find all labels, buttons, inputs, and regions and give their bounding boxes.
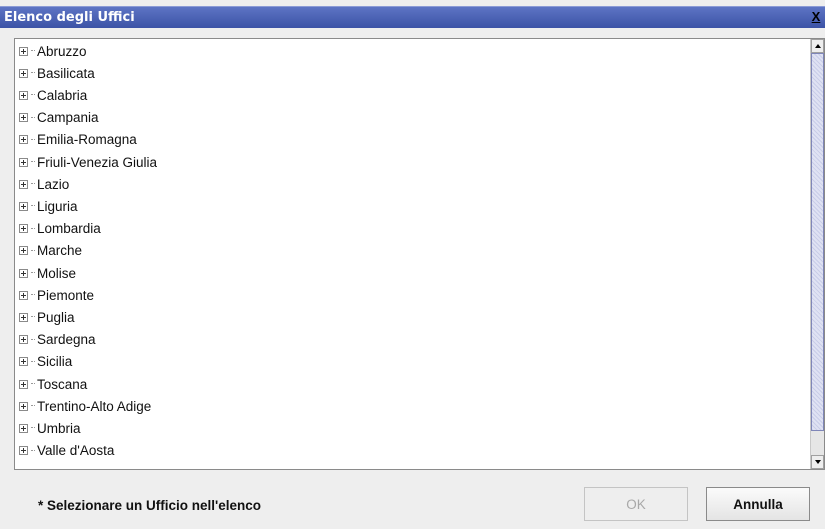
tree-node[interactable]: Emilia-Romagna <box>19 129 137 151</box>
tree-node-label: Friuli-Venezia Giulia <box>37 154 158 170</box>
tree-connector <box>31 249 35 252</box>
tree-node[interactable]: Molise <box>19 262 76 284</box>
tree-node[interactable]: Toscana <box>19 373 87 395</box>
tree-connector <box>31 405 35 407</box>
scroll-down-button[interactable] <box>811 455 824 469</box>
tree-connector <box>31 383 35 385</box>
tree-node-label: Piemonte <box>37 287 95 303</box>
vertical-scrollbar[interactable] <box>810 39 824 469</box>
expand-plus-icon[interactable] <box>19 46 28 56</box>
tree-node[interactable]: Puglia <box>19 306 75 328</box>
tree-node[interactable]: Calabria <box>19 84 87 106</box>
expand-plus-icon[interactable] <box>19 335 28 345</box>
expand-plus-icon[interactable] <box>19 246 28 256</box>
title-bar[interactable]: Elenco degli Uffici X <box>0 6 825 28</box>
tree-node-label: Valle d'Aosta <box>37 443 115 459</box>
expand-plus-icon[interactable] <box>19 179 28 189</box>
window-title: Elenco degli Uffici <box>4 10 135 25</box>
tree-node-label: Abruzzo <box>37 43 87 59</box>
tree-node-label: Lombardia <box>37 221 101 237</box>
expand-plus-icon[interactable] <box>19 312 28 322</box>
tree-node-label: Umbria <box>37 420 81 436</box>
expand-plus-icon[interactable] <box>19 157 28 167</box>
tree-node[interactable]: Marche <box>19 240 82 262</box>
tree-connector <box>31 183 35 185</box>
tree-connector <box>31 449 35 452</box>
tree-connector <box>31 161 35 163</box>
arrow-down-icon <box>815 460 821 464</box>
close-button[interactable]: X <box>809 10 823 24</box>
tree-node[interactable]: Campania <box>19 107 99 129</box>
tree-connector <box>31 94 35 96</box>
cancel-button[interactable]: Annulla <box>706 487 810 521</box>
expand-plus-icon[interactable] <box>19 90 28 100</box>
tree-connector <box>31 360 35 363</box>
tree-node-label: Molise <box>37 265 77 281</box>
tree-node[interactable]: Abruzzo <box>19 40 87 62</box>
tree-connector <box>31 116 35 119</box>
tree-connector <box>31 427 35 429</box>
tree-node-label: Basilicata <box>37 65 95 81</box>
tree-connector <box>31 294 35 296</box>
tree-connector <box>31 50 35 52</box>
tree-node[interactable]: Umbria <box>19 417 81 439</box>
dialog-window: Elenco degli Uffici X Abruzzo Basilicata C… <box>0 0 825 529</box>
tree-node-label: Sardegna <box>37 332 96 348</box>
expand-plus-icon[interactable] <box>19 268 28 278</box>
tree-node-label: Puglia <box>37 309 75 325</box>
expand-plus-icon[interactable] <box>19 423 28 433</box>
tree-connector <box>31 227 35 230</box>
tree-node-label: Trentino-Alto Adige <box>37 398 152 414</box>
tree-node-label: Sicilia <box>37 354 73 370</box>
arrow-up-icon <box>815 44 821 48</box>
tree-node[interactable]: Liguria <box>19 195 78 217</box>
tree-connector <box>31 72 35 74</box>
tree-node[interactable]: Sicilia <box>19 351 72 373</box>
tree-node-label: Marche <box>37 243 83 259</box>
tree-node[interactable]: Lazio <box>19 173 69 195</box>
tree-connector <box>31 272 35 274</box>
expand-plus-icon[interactable] <box>19 379 28 389</box>
expand-plus-icon[interactable] <box>19 201 28 211</box>
tree-node-label: Toscana <box>37 376 88 392</box>
tree-node-label: Campania <box>37 110 99 126</box>
instruction-text: * Selezionare un Ufficio nell'elenco <box>38 498 262 513</box>
ok-button[interactable]: OK <box>584 487 688 521</box>
tree-node[interactable]: Valle d'Aosta <box>19 440 114 462</box>
tree-node[interactable]: Lombardia <box>19 218 101 240</box>
expand-plus-icon[interactable] <box>19 290 28 300</box>
tree-node-label: Emilia-Romagna <box>37 132 137 148</box>
expand-plus-icon[interactable] <box>19 224 28 234</box>
tree-node[interactable]: Piemonte <box>19 284 94 306</box>
tree-connector <box>31 138 35 141</box>
tree-connector <box>31 338 35 341</box>
scroll-up-button[interactable] <box>811 39 824 53</box>
tree-node-label: Liguria <box>37 198 78 214</box>
tree-connector <box>31 316 35 318</box>
expand-plus-icon[interactable] <box>19 446 28 456</box>
expand-plus-icon[interactable] <box>19 135 28 145</box>
scroll-thumb[interactable] <box>811 53 824 431</box>
offices-tree[interactable]: Abruzzo Basilicata Calabria Campania Emilia-… <box>14 38 825 470</box>
tree-node[interactable]: Friuli-Venezia Giulia <box>19 151 157 173</box>
tree-node[interactable]: Basilicata <box>19 62 95 84</box>
tree-node-label: Calabria <box>37 87 88 103</box>
expand-plus-icon[interactable] <box>19 113 28 123</box>
tree-node[interactable]: Sardegna <box>19 329 96 351</box>
tree-connector <box>31 205 35 207</box>
expand-plus-icon[interactable] <box>19 401 28 411</box>
expand-plus-icon[interactable] <box>19 357 28 367</box>
tree-node-label: Lazio <box>37 176 70 192</box>
tree-node[interactable]: Trentino-Alto Adige <box>19 395 151 417</box>
expand-plus-icon[interactable] <box>19 68 28 78</box>
